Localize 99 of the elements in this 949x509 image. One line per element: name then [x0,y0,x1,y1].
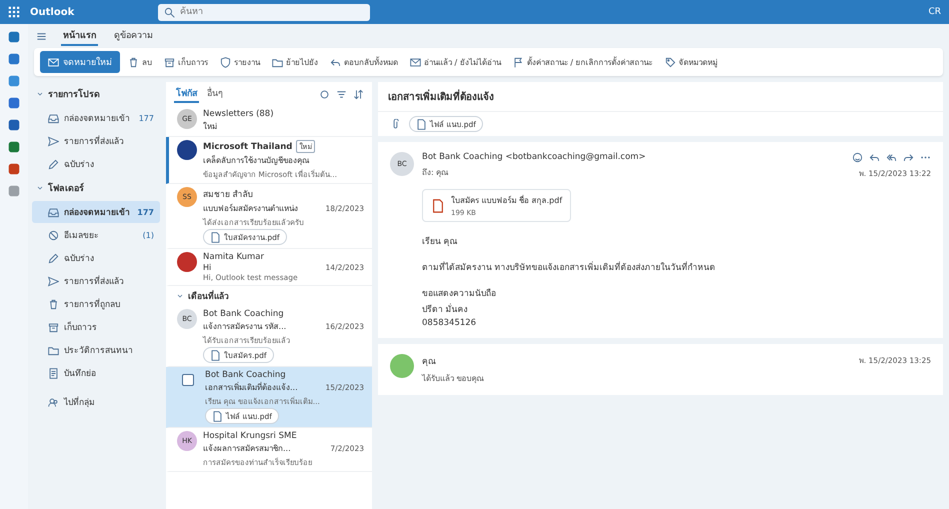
groups-link[interactable]: ไปที่กลุ่ม [32,391,160,413]
group-header[interactable]: เดือนที่แล้ว [166,286,372,306]
reply-icon [330,56,341,68]
prohibited-icon [48,230,59,240]
emoji-icon[interactable] [852,152,863,163]
folder-item[interactable]: กล่องจดหมายเข้า 177 [32,107,160,129]
reply-all-icon[interactable] [886,152,897,163]
pivot-tab[interactable]: อื่นๆ [205,85,225,103]
document-icon [212,410,223,422]
search-field[interactable]: ค้นหา [158,4,370,20]
recipient-line: ถึง: คุณ [422,167,450,179]
account-initials[interactable]: CR [928,7,941,17]
folder-item[interactable]: ฉบับร่าง [32,153,160,175]
note-icon [48,368,59,378]
sender-name: Hospital Krungsri SME [203,431,297,441]
folder-section-header[interactable]: รายการโปรด [32,82,160,106]
forward-icon[interactable] [903,152,914,163]
document-icon [431,198,445,212]
body-text: ขอแสดงความนับถือ [422,288,497,300]
folder-icon [48,344,59,356]
document-icon [210,350,221,360]
trash-icon [48,298,59,310]
send-icon [48,276,59,286]
body-text: 0858345126 [422,318,478,328]
folder-section-header[interactable]: โฟลเดอร์ [32,176,160,200]
unread-count: 177 [138,114,154,122]
message-preview: ได้รับแล้ว ขอบคุณ [422,373,485,385]
inbox-icon [48,112,59,124]
people-icon [48,396,59,408]
chevron-icon [176,292,184,300]
ribbon-button[interactable]: ตั้งค่าสถานะ / ยกเลิกการตั้งค่าสถานะ [508,52,657,72]
message-subject: ใหม่ [203,120,218,133]
filter-icon[interactable] [336,88,347,100]
folder-item[interactable]: กล่องจดหมายเข้า 177 [32,201,160,223]
folder-item[interactable]: เก็บถาวร [32,316,160,338]
trash-icon [128,56,139,68]
message-subject: Hi [203,263,212,272]
sender-name: คุณ [422,356,437,368]
pivot-tab[interactable]: โฟกัส [174,85,199,103]
ribbon-button[interactable]: เก็บถาวร [160,52,212,72]
folder-icon [272,56,283,68]
sender-name: Microsoft Thailand [203,142,292,152]
pencil-icon [48,158,59,170]
unread-count: 177 [137,208,154,216]
archive-icon [48,322,59,332]
folder-item[interactable]: รายการที่ถูกลบ [32,293,160,315]
ribbon-button[interactable]: จัดหมวดหมู่ [660,52,722,72]
pencil-icon [48,252,59,264]
folder-item[interactable]: ฉบับร่าง [32,247,160,269]
archive-icon [164,56,175,68]
inbox-icon [48,206,59,218]
search-icon [164,6,175,18]
ribbon-button[interactable]: ลบ [124,52,156,72]
app-name: Outlook [30,6,76,18]
new-mail-button[interactable]: จดหมายใหม่ [40,51,120,73]
message-subject: แจ้งการสมัครงาน รหัส... [203,321,288,333]
flag-icon [512,56,524,68]
sort-icon[interactable] [353,88,364,100]
shield-icon [220,56,231,68]
folder-item[interactable]: รายการที่ส่งแล้ว [32,130,160,152]
message-subject: เอกสารเพิ่มเติมที่ต้องแจ้ง... [205,381,299,394]
email-subject: เอกสารเพิ่มเติมที่ต้องแจ้ง [388,89,933,104]
menu-icon[interactable] [36,30,47,42]
checkbox[interactable] [182,374,194,386]
ribbon-button[interactable]: ตอบกลับทั้งหมด [326,52,402,72]
folder-item[interactable]: บันทึกย่อ [32,362,160,384]
folder-item[interactable]: รายการที่ส่งแล้ว [32,270,160,292]
document-icon [210,232,221,242]
ribbon-button[interactable]: ย้ายไปยัง [268,52,322,72]
chevron-icon [36,184,44,192]
folder-item[interactable]: อีเมลขยะ (1) [32,224,160,246]
sender-name: สมชาย สำลับ [203,189,253,201]
ribbon-button[interactable]: อ่านแล้ว / ยังไม่ได้อ่าน [406,52,505,72]
chevron-icon [36,90,44,98]
attachment-name: ใบสมัคร แบบฟอร์ม ชื่อ สกุล.pdf [451,194,562,207]
envelope-icon [48,56,59,68]
unread-count: (1) [142,230,154,240]
ribbon-tab[interactable]: ดูข้อความ [112,26,155,46]
body-text: ตามที่ได้สมัครงาน ทางบริษัทขอแจ้งเอกสารเพิ่มเติมที่ต้องส่งภายในวันที่กำหนด [422,260,717,274]
ribbon-tab[interactable]: หน้าแรก [61,26,98,46]
folder-item[interactable]: ประวัติการสนทนา [32,339,160,361]
message-subject: แบบฟอร์มสมัครงานตำแหน่ง [203,202,299,215]
envelope-icon [410,56,421,68]
tag-icon [664,56,676,68]
sender-name: Namita Kumar [203,252,264,262]
sender-name: Bot Bank Coaching <botbankcoaching@gmail.com> [422,152,647,162]
document-icon [416,118,427,130]
sender-name: Bot Bank Coaching [203,309,284,319]
app-launcher-icon[interactable] [8,6,20,18]
ribbon-button[interactable]: รายงาน [216,52,264,72]
sender-name: Bot Bank Coaching [205,370,286,380]
message-subject: เคล็ดลับการใช้งานบัญชีของคุณ [203,154,310,167]
send-icon [48,136,59,146]
body-text: ปรีดา มั่นคง [422,302,469,316]
sender-name: Newsletters (88) [203,109,274,119]
select-circle-icon[interactable] [319,88,330,100]
body-text: เรียน คุณ [422,236,459,248]
reply-icon[interactable] [869,152,880,163]
message-subject: แจ้งผลการสมัครสมาชิก... [203,443,292,455]
